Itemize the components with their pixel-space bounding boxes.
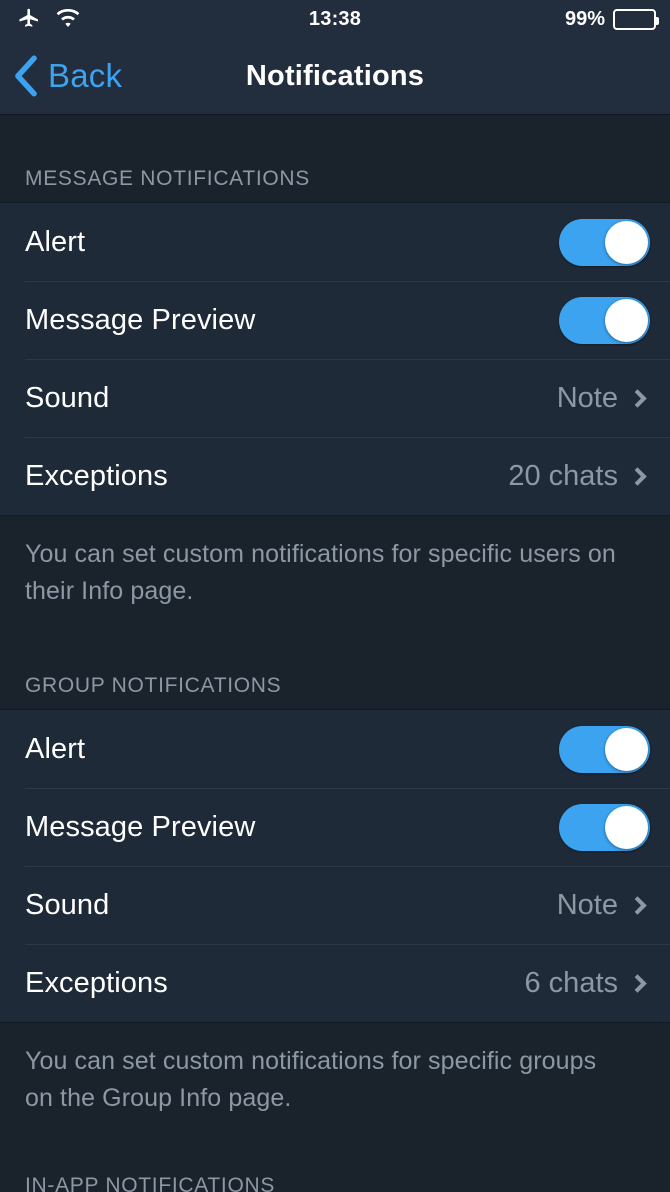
section-message-notifications: Alert Message Preview Sound Note Excepti… — [0, 202, 670, 516]
row-label: Message Preview — [25, 303, 256, 336]
section-group-notifications: Alert Message Preview Sound Note Excepti… — [0, 709, 670, 1023]
row-message-sound[interactable]: Sound Note — [0, 359, 670, 437]
clipped-section-wrapper: IN-APP NOTIFICATIONS — [0, 1174, 670, 1192]
row-label: Message Preview — [25, 810, 256, 843]
chevron-right-icon — [628, 895, 647, 915]
row-label: Exceptions — [25, 966, 168, 999]
footer-note-group: You can set custom notifications for spe… — [25, 1047, 597, 1112]
row-value: Note — [556, 381, 618, 414]
row-label: Sound — [25, 888, 110, 921]
row-value: 6 chats — [524, 966, 619, 999]
chevron-right-icon — [628, 973, 647, 993]
back-button[interactable]: Back — [0, 55, 122, 97]
toggle-knob — [605, 727, 648, 771]
row-group-alert[interactable]: Alert — [0, 710, 670, 788]
section-gap-bottom — [0, 1117, 670, 1174]
section-header-message-notifications: MESSAGE NOTIFICATIONS — [25, 167, 311, 190]
notifications-settings-screen: 13:38 99% Back Notifications MESSAGE NOT… — [0, 0, 670, 1192]
battery-percent-label: 99% — [564, 7, 605, 30]
message-preview-toggle[interactable] — [559, 296, 650, 344]
row-message-alert[interactable]: Alert — [0, 203, 670, 281]
chevron-right-icon — [628, 466, 647, 486]
row-group-sound[interactable]: Sound Note — [0, 866, 670, 944]
status-bar: 13:38 99% — [0, 0, 670, 38]
status-bar-right: 99% — [564, 7, 659, 31]
row-label: Exceptions — [25, 459, 168, 492]
row-label: Sound — [25, 381, 110, 414]
row-group-exceptions[interactable]: Exceptions 6 chats — [0, 944, 670, 1022]
toggle-knob — [605, 298, 648, 342]
group-message-preview-toggle[interactable] — [559, 803, 650, 851]
alert-toggle[interactable] — [559, 218, 650, 266]
row-label: Alert — [25, 225, 86, 258]
footer-note-message: You can set custom notifications for spe… — [25, 540, 616, 605]
group-alert-toggle[interactable] — [559, 725, 650, 773]
row-label: Alert — [25, 732, 86, 765]
back-button-label: Back — [48, 57, 123, 94]
chevron-right-icon — [628, 388, 647, 408]
row-message-exceptions[interactable]: Exceptions 20 chats — [0, 437, 670, 515]
row-value: Note — [556, 888, 618, 921]
toggle-knob — [605, 220, 648, 264]
chevron-left-icon — [15, 55, 37, 97]
row-group-message-preview[interactable]: Message Preview — [0, 788, 670, 866]
section-header-in-app-notifications: IN-APP NOTIFICATIONS — [25, 1174, 276, 1192]
top-spacer — [0, 115, 670, 167]
row-value: 20 chats — [508, 459, 618, 492]
row-message-preview[interactable]: Message Preview — [0, 281, 670, 359]
section-header-group-notifications: GROUP NOTIFICATIONS — [25, 674, 282, 697]
toggle-knob — [605, 805, 648, 849]
navigation-bar: Back Notifications — [0, 38, 670, 115]
battery-icon — [613, 8, 659, 30]
